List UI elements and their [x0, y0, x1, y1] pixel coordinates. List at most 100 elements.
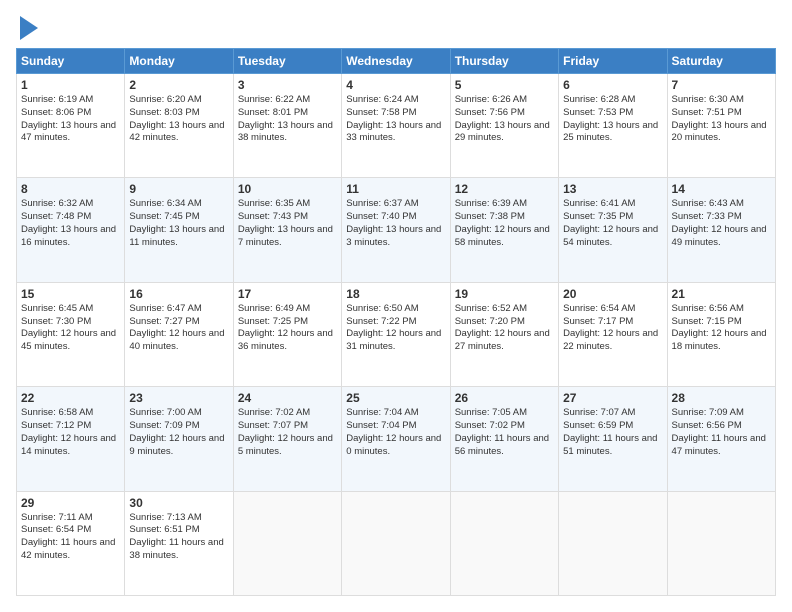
- day-number: 17: [238, 287, 337, 301]
- calendar-cell: 17 Sunrise: 6:49 AMSunset: 7:25 PMDayligh…: [233, 282, 341, 386]
- calendar-header-row: SundayMondayTuesdayWednesdayThursdayFrid…: [17, 49, 776, 74]
- day-info: Sunrise: 7:04 AMSunset: 7:04 PMDaylight:…: [346, 407, 445, 458]
- day-info: Sunrise: 6:30 AMSunset: 7:51 PMDaylight:…: [672, 94, 771, 145]
- day-info: Sunrise: 7:05 AMSunset: 7:02 PMDaylight:…: [455, 407, 554, 458]
- logo-arrow-icon: [20, 16, 38, 40]
- day-info: Sunrise: 7:09 AMSunset: 6:56 PMDaylight:…: [672, 407, 771, 458]
- calendar-body: 1Sunrise: 6:19 AMSunset: 8:06 PMDaylight…: [17, 74, 776, 596]
- calendar-cell: 10 Sunrise: 6:35 AMSunset: 7:43 PMDayligh…: [233, 178, 341, 282]
- day-number: 22: [21, 391, 120, 405]
- day-info: Sunrise: 6:34 AMSunset: 7:45 PMDaylight:…: [129, 198, 228, 249]
- day-info: Sunrise: 6:22 AMSunset: 8:01 PMDaylight:…: [238, 94, 337, 145]
- day-number: 20: [563, 287, 662, 301]
- day-info: Sunrise: 7:02 AMSunset: 7:07 PMDaylight:…: [238, 407, 337, 458]
- day-number: 7: [672, 78, 771, 92]
- calendar-cell: 4 Sunrise: 6:24 AMSunset: 7:58 PMDaylight…: [342, 74, 450, 178]
- calendar-header-tuesday: Tuesday: [233, 49, 341, 74]
- calendar-header-wednesday: Wednesday: [342, 49, 450, 74]
- calendar-cell: 20 Sunrise: 6:54 AMSunset: 7:17 PMDayligh…: [559, 282, 667, 386]
- calendar-header-thursday: Thursday: [450, 49, 558, 74]
- calendar-cell: 30 Sunrise: 7:13 AMSunset: 6:51 PMDayligh…: [125, 491, 233, 595]
- day-number: 8: [21, 182, 120, 196]
- calendar-cell: 5 Sunrise: 6:26 AMSunset: 7:56 PMDaylight…: [450, 74, 558, 178]
- calendar-cell: 1Sunrise: 6:19 AMSunset: 8:06 PMDaylight…: [17, 74, 125, 178]
- day-number: 19: [455, 287, 554, 301]
- calendar-cell: 12Sunrise: 6:39 AMSunset: 7:38 PMDayligh…: [450, 178, 558, 282]
- day-number: 15: [21, 287, 120, 301]
- day-info: Sunrise: 6:43 AMSunset: 7:33 PMDaylight:…: [672, 198, 771, 249]
- day-info: Sunrise: 6:45 AMSunset: 7:30 PMDaylight:…: [21, 303, 120, 354]
- calendar-cell: 13Sunrise: 6:41 AMSunset: 7:35 PMDayligh…: [559, 178, 667, 282]
- calendar-cell: 18 Sunrise: 6:50 AMSunset: 7:22 PMDayligh…: [342, 282, 450, 386]
- calendar-week-1: 1Sunrise: 6:19 AMSunset: 8:06 PMDaylight…: [17, 74, 776, 178]
- day-number: 2: [129, 78, 228, 92]
- day-info: Sunrise: 6:58 AMSunset: 7:12 PMDaylight:…: [21, 407, 120, 458]
- calendar-week-3: 15 Sunrise: 6:45 AMSunset: 7:30 PMDayligh…: [17, 282, 776, 386]
- calendar-header-monday: Monday: [125, 49, 233, 74]
- day-info: Sunrise: 6:49 AMSunset: 7:25 PMDaylight:…: [238, 303, 337, 354]
- calendar-cell: 27Sunrise: 7:07 AMSunset: 6:59 PMDayligh…: [559, 387, 667, 491]
- header: [16, 16, 776, 40]
- day-number: 6: [563, 78, 662, 92]
- calendar-cell: 3 Sunrise: 6:22 AMSunset: 8:01 PMDaylight…: [233, 74, 341, 178]
- day-info: Sunrise: 6:54 AMSunset: 7:17 PMDaylight:…: [563, 303, 662, 354]
- calendar-cell: 11Sunrise: 6:37 AMSunset: 7:40 PMDayligh…: [342, 178, 450, 282]
- day-info: Sunrise: 7:13 AMSunset: 6:51 PMDaylight:…: [129, 512, 228, 563]
- day-number: 18: [346, 287, 445, 301]
- calendar-cell: 28 Sunrise: 7:09 AMSunset: 6:56 PMDayligh…: [667, 387, 775, 491]
- day-info: Sunrise: 6:47 AMSunset: 7:27 PMDaylight:…: [129, 303, 228, 354]
- day-number: 26: [455, 391, 554, 405]
- day-number: 14: [672, 182, 771, 196]
- calendar-cell: [342, 491, 450, 595]
- calendar-week-5: 29Sunrise: 7:11 AMSunset: 6:54 PMDayligh…: [17, 491, 776, 595]
- calendar-cell: 14 Sunrise: 6:43 AMSunset: 7:33 PMDayligh…: [667, 178, 775, 282]
- page: SundayMondayTuesdayWednesdayThursdayFrid…: [0, 0, 792, 612]
- calendar-week-2: 8 Sunrise: 6:32 AMSunset: 7:48 PMDaylight…: [17, 178, 776, 282]
- calendar-header-sunday: Sunday: [17, 49, 125, 74]
- calendar-cell: 16 Sunrise: 6:47 AMSunset: 7:27 PMDayligh…: [125, 282, 233, 386]
- calendar-week-4: 22 Sunrise: 6:58 AMSunset: 7:12 PMDayligh…: [17, 387, 776, 491]
- day-number: 21: [672, 287, 771, 301]
- day-info: Sunrise: 7:00 AMSunset: 7:09 PMDaylight:…: [129, 407, 228, 458]
- day-info: Sunrise: 6:24 AMSunset: 7:58 PMDaylight:…: [346, 94, 445, 145]
- calendar-header-saturday: Saturday: [667, 49, 775, 74]
- calendar-cell: [667, 491, 775, 595]
- day-number: 23: [129, 391, 228, 405]
- calendar-cell: 26 Sunrise: 7:05 AMSunset: 7:02 PMDayligh…: [450, 387, 558, 491]
- calendar-cell: 24 Sunrise: 7:02 AMSunset: 7:07 PMDayligh…: [233, 387, 341, 491]
- day-info: Sunrise: 6:32 AMSunset: 7:48 PMDaylight:…: [21, 198, 120, 249]
- day-info: Sunrise: 6:50 AMSunset: 7:22 PMDaylight:…: [346, 303, 445, 354]
- calendar-cell: 25 Sunrise: 7:04 AMSunset: 7:04 PMDayligh…: [342, 387, 450, 491]
- logo: [16, 16, 38, 40]
- calendar-cell: 7 Sunrise: 6:30 AMSunset: 7:51 PMDaylight…: [667, 74, 775, 178]
- calendar-cell: 19Sunrise: 6:52 AMSunset: 7:20 PMDayligh…: [450, 282, 558, 386]
- calendar: SundayMondayTuesdayWednesdayThursdayFrid…: [16, 48, 776, 596]
- calendar-cell: 22 Sunrise: 6:58 AMSunset: 7:12 PMDayligh…: [17, 387, 125, 491]
- day-info: Sunrise: 6:20 AMSunset: 8:03 PMDaylight:…: [129, 94, 228, 145]
- day-info: Sunrise: 6:28 AMSunset: 7:53 PMDaylight:…: [563, 94, 662, 145]
- day-info: Sunrise: 6:35 AMSunset: 7:43 PMDaylight:…: [238, 198, 337, 249]
- calendar-cell: 29Sunrise: 7:11 AMSunset: 6:54 PMDayligh…: [17, 491, 125, 595]
- day-number: 30: [129, 496, 228, 510]
- day-info: Sunrise: 6:41 AMSunset: 7:35 PMDaylight:…: [563, 198, 662, 249]
- day-number: 3: [238, 78, 337, 92]
- day-info: Sunrise: 6:56 AMSunset: 7:15 PMDaylight:…: [672, 303, 771, 354]
- calendar-cell: [233, 491, 341, 595]
- day-number: 4: [346, 78, 445, 92]
- calendar-cell: 6 Sunrise: 6:28 AMSunset: 7:53 PMDaylight…: [559, 74, 667, 178]
- day-info: Sunrise: 7:07 AMSunset: 6:59 PMDaylight:…: [563, 407, 662, 458]
- day-number: 10: [238, 182, 337, 196]
- day-info: Sunrise: 6:26 AMSunset: 7:56 PMDaylight:…: [455, 94, 554, 145]
- day-info: Sunrise: 7:11 AMSunset: 6:54 PMDaylight:…: [21, 512, 120, 563]
- calendar-cell: [450, 491, 558, 595]
- day-number: 5: [455, 78, 554, 92]
- day-info: Sunrise: 6:37 AMSunset: 7:40 PMDaylight:…: [346, 198, 445, 249]
- day-info: Sunrise: 6:39 AMSunset: 7:38 PMDaylight:…: [455, 198, 554, 249]
- calendar-cell: 9Sunrise: 6:34 AMSunset: 7:45 PMDaylight…: [125, 178, 233, 282]
- calendar-cell: [559, 491, 667, 595]
- day-number: 25: [346, 391, 445, 405]
- day-number: 16: [129, 287, 228, 301]
- day-number: 24: [238, 391, 337, 405]
- day-number: 1: [21, 78, 120, 92]
- day-number: 28: [672, 391, 771, 405]
